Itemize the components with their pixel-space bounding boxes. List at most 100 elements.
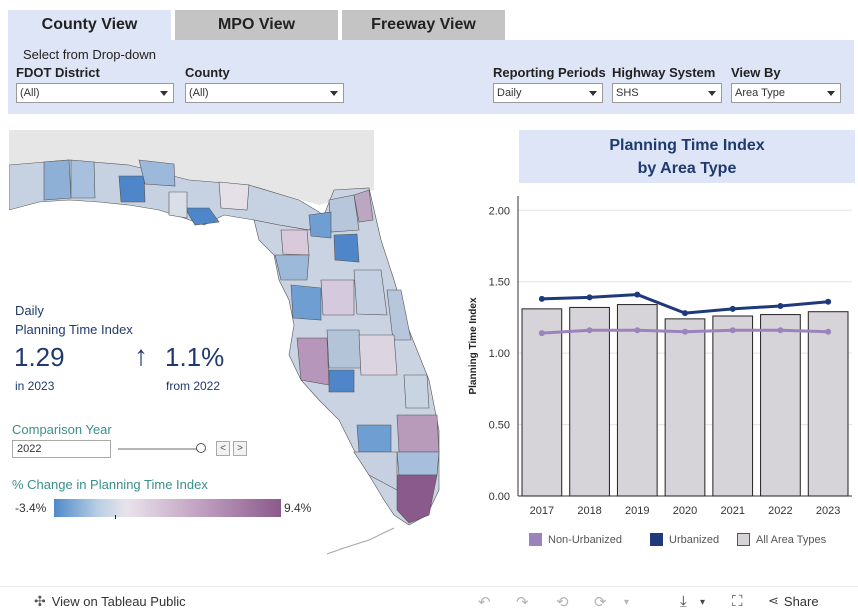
undo-icon[interactable]: ↶	[478, 593, 491, 611]
map-county[interactable]	[326, 329, 362, 369]
map-county[interactable]	[274, 254, 310, 281]
view-on-tableau-label: View on Tableau Public	[51, 594, 186, 609]
kpi-metric-name: Planning Time Index	[15, 322, 133, 337]
map-county[interactable]	[403, 374, 430, 409]
legend-item-urbanized[interactable]: Urbanized	[650, 533, 719, 546]
map-keys	[326, 527, 395, 555]
point-non-urbanized	[538, 330, 545, 337]
district-dropdown[interactable]: (All)	[16, 83, 174, 103]
next-year-button[interactable]: >	[233, 441, 247, 456]
map-county[interactable]	[320, 279, 355, 316]
download-icon[interactable]: ⤓	[680, 593, 687, 610]
y-tick-label: 2.00	[489, 205, 510, 217]
chart-title: Planning Time Index by Area Type	[519, 130, 855, 183]
highway-filter: Highway System SHS	[612, 65, 722, 103]
legend-item-non-urbanized[interactable]: Non-Urbanized	[529, 533, 622, 546]
revert-icon[interactable]: ⟲	[556, 593, 569, 611]
chevron-down-icon	[330, 91, 338, 96]
point-urbanized	[729, 305, 736, 312]
chevron-down-icon[interactable]: ▾	[624, 597, 629, 608]
chevron-down-icon	[160, 91, 168, 96]
arrow-up-icon: ↑	[134, 340, 148, 371]
county-value: (All)	[189, 87, 209, 99]
redo-icon[interactable]: ↷	[516, 593, 529, 611]
map-county[interactable]	[328, 369, 355, 393]
change-legend-min: -3.4%	[15, 501, 47, 515]
y-tick-label: 0.00	[489, 491, 510, 503]
florida-county-map[interactable]	[9, 130, 476, 560]
chevron-down-icon[interactable]: ▾	[700, 597, 705, 608]
y-tick-label: 1.50	[489, 277, 510, 289]
kpi-change: 1.1%	[165, 342, 225, 372]
district-label: FDOT District	[16, 65, 100, 80]
district-filter: FDOT District (All)	[16, 65, 174, 103]
map-county[interactable]	[43, 159, 72, 201]
chevron-down-icon	[827, 91, 835, 96]
tab-mpo-view[interactable]: MPO View	[175, 10, 338, 40]
y-tick-label: 0.50	[489, 420, 510, 432]
map-county[interactable]	[280, 229, 310, 256]
period-value: Daily	[497, 87, 522, 99]
tableau-toolbar: ✣ View on Tableau Public ↶ ↷ ⟲ ⟳ ▾ ⤓ ▾ ⛶…	[0, 586, 858, 614]
period-dropdown[interactable]: Daily	[493, 83, 603, 103]
viewby-dropdown[interactable]: Area Type	[731, 83, 841, 103]
legend-label: Non-Urbanized	[548, 533, 622, 546]
map-county[interactable]	[396, 474, 438, 524]
pti-chart[interactable]: 0.00 0.50 1.00 1.50 2.00 Planning Time Index 2…	[460, 188, 858, 528]
point-urbanized	[825, 298, 832, 305]
share-label: Share	[783, 593, 819, 609]
comparison-year-slider[interactable]	[118, 448, 202, 450]
bar-all-area-types	[569, 306, 610, 497]
legend-swatch	[737, 533, 750, 546]
share-icon: ⋖	[768, 593, 779, 608]
fullscreen-icon[interactable]: ⛶	[732, 593, 743, 610]
x-tick-label: 2017	[530, 505, 554, 517]
county-dropdown[interactable]: (All)	[185, 83, 344, 103]
point-urbanized	[682, 310, 688, 317]
view-tabs: County View MPO View Freeway View	[8, 10, 505, 40]
map-county[interactable]	[358, 334, 398, 376]
map-county[interactable]	[356, 424, 392, 453]
y-tick-label: 1.00	[489, 348, 510, 360]
bar-all-area-types	[664, 318, 706, 497]
map-county[interactable]	[308, 211, 332, 239]
map-county[interactable]	[353, 269, 388, 316]
prev-year-button[interactable]: <	[216, 441, 230, 456]
map-county[interactable]	[296, 337, 330, 386]
viewby-label: View By	[731, 65, 781, 80]
map-county[interactable]	[333, 233, 360, 263]
highway-label: Highway System	[612, 65, 716, 80]
kpi-period: Daily	[15, 303, 44, 318]
y-axis-label: Planning Time Index	[468, 297, 479, 394]
chart-title-line1: Planning Time Index	[609, 137, 765, 154]
gradient-zero-tick	[115, 515, 116, 519]
tab-county-view[interactable]: County View	[8, 10, 171, 40]
chevron-down-icon	[708, 91, 716, 96]
chevron-down-icon	[589, 91, 597, 96]
map-county[interactable]	[218, 181, 250, 211]
filter-hint: Select from Drop-down	[23, 47, 156, 62]
map-county[interactable]	[290, 284, 322, 321]
map-county[interactable]	[118, 175, 146, 203]
change-color-gradient	[54, 499, 281, 517]
bar-all-area-types	[712, 315, 754, 497]
kpi-value: 1.29	[14, 342, 65, 372]
map-county[interactable]	[138, 159, 176, 187]
map-county[interactable]	[396, 451, 440, 476]
map-county[interactable]	[168, 191, 188, 219]
share-button[interactable]: ⋖ Share	[768, 593, 819, 609]
x-tick-label: 2022	[768, 505, 792, 517]
refresh-icon[interactable]: ⟳	[594, 593, 607, 611]
tab-freeway-view[interactable]: Freeway View	[342, 10, 505, 40]
period-filter: Reporting Periods Daily	[493, 65, 606, 103]
bar-all-area-types	[521, 308, 563, 497]
bar-all-area-types	[760, 314, 801, 497]
comparison-year-input[interactable]: 2022	[12, 440, 111, 458]
map-county[interactable]	[396, 414, 440, 453]
highway-dropdown[interactable]: SHS	[612, 83, 722, 103]
slider-thumb[interactable]	[196, 443, 206, 453]
view-on-tableau-link[interactable]: ✣ View on Tableau Public	[34, 593, 186, 610]
map-county[interactable]	[328, 194, 360, 233]
legend-item-all-area-types[interactable]: All Area Types	[737, 533, 826, 546]
map-county[interactable]	[70, 159, 96, 199]
